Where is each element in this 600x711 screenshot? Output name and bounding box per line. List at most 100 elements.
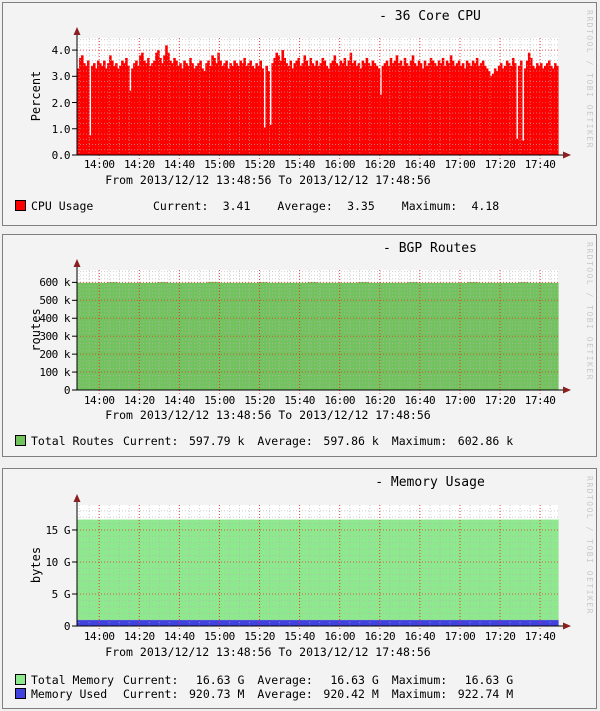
x-tick-label: 14:00: [83, 630, 115, 643]
stat-name: Average:: [277, 198, 333, 213]
x-tick-label: 15:00: [204, 158, 235, 171]
x-tick-label: 16:00: [324, 158, 355, 171]
y-tick-label: 0: [63, 620, 71, 633]
y-tick-label: 15 G: [45, 523, 71, 537]
x-tick-label: 14:20: [123, 394, 155, 407]
stat-name: Current:: [123, 672, 179, 687]
y-tick-label: 3.0: [51, 70, 71, 84]
x-tick-label: 15:00: [204, 630, 235, 643]
stat-value: 920.42 M: [323, 686, 379, 701]
x-tick-label: 17:40: [524, 630, 556, 643]
stat-name: Maximum:: [391, 672, 448, 687]
x-tick-label: 15:20: [244, 158, 275, 171]
stat-name: Current:: [123, 433, 179, 448]
stat-name: Average:: [257, 672, 313, 687]
x-tick-label: 17:20: [484, 158, 516, 171]
stat-value: 597.79 k: [189, 433, 245, 448]
stat-name: Maximum:: [391, 433, 448, 448]
x-tick-label: 16:40: [404, 394, 436, 407]
cpu-usage-plot: [72, 27, 571, 159]
stat-value: 3.41: [222, 198, 251, 213]
x-tick-label: 15:40: [284, 158, 315, 171]
y-tick-label: 600 k: [39, 276, 70, 290]
stat-value: 597.86 k: [323, 433, 379, 448]
x-tick-label: 15:40: [284, 394, 315, 407]
stat-name: Maximum:: [401, 198, 458, 213]
y-tick-label: 100 k: [39, 366, 70, 380]
x-tick-label: 17:40: [524, 394, 556, 407]
stat-value: 4.18: [471, 198, 500, 213]
legend-swatch: [15, 435, 26, 446]
y-tick-label: 500 k: [39, 294, 70, 308]
x-tick-label: 17:00: [444, 158, 476, 171]
stat-name: Maximum:: [391, 686, 448, 701]
stat-value: 16.63 G: [195, 672, 245, 687]
x-tick-label: 16:00: [324, 630, 355, 643]
legend-series-label: Memory Used: [31, 686, 108, 701]
stat-value: 16.63 G: [464, 672, 514, 687]
x-tick-label: 15:00: [204, 394, 235, 407]
x-tick-label: 16:20: [364, 394, 396, 407]
x-tick-label: 17:20: [484, 394, 516, 407]
stat-name: Current:: [123, 686, 179, 701]
y-tick-label: 400 k: [39, 312, 70, 326]
stat-value: 920.73 M: [189, 686, 245, 701]
y-tick-label: 0: [63, 384, 71, 397]
x-tick-label: 14:40: [164, 630, 195, 643]
legend-series-label: CPU Usage: [31, 198, 94, 213]
stat-value: 922.74 M: [457, 686, 514, 701]
y-tick-label: 4.0: [51, 44, 71, 58]
legend-row: Memory Used Current: 920.73 M Average: 920.4…: [15, 686, 586, 701]
legend: Total Routes Current: 597.79 k Average: 597.…: [15, 434, 586, 448]
x-tick-label: 15:40: [284, 630, 315, 643]
bgp-routes-graph-panel: - BGP Routes routes 0 100 k 200 k 300 k 400 …: [2, 234, 597, 457]
bgp-routes-plot: [72, 259, 571, 394]
time-range-caption: From 2013/12/12 13:48:56 To 2013/12/12 1…: [105, 408, 431, 422]
x-tick-label: 16:40: [404, 158, 436, 171]
legend-swatch: [15, 688, 26, 699]
x-tick-label: 16:00: [324, 394, 355, 407]
stat-name: Average:: [257, 686, 313, 701]
legend: CPU Usage Current: 3.41 Average: 3.35 Maximum…: [15, 199, 586, 213]
x-tick-label: 17:40: [524, 158, 556, 171]
x-tick-label: 17:20: [484, 630, 516, 643]
x-tick-label: 14:20: [123, 630, 155, 643]
x-tick-label: 16:20: [364, 630, 396, 643]
x-tick-label: 14:40: [164, 394, 195, 407]
stat-name: Average:: [257, 433, 313, 448]
cpu-usage-graph-panel: - 36 Core CPU Percent 0.0 1.0 2.0 3.0 4.0 14:…: [2, 2, 597, 226]
time-range-caption: From 2013/12/12 13:48:56 To 2013/12/12 1…: [105, 173, 431, 187]
y-tick-label: 2.0: [51, 96, 71, 110]
legend: Total Memory Current: 16.63 G Average: 16.63…: [15, 673, 586, 701]
legend-row: Total Routes Current: 597.79 k Average: 597.…: [15, 433, 586, 448]
x-tick-label: 15:20: [244, 394, 275, 407]
time-range-caption: From 2013/12/12 13:48:56 To 2013/12/12 1…: [105, 645, 431, 659]
y-tick-label: 300 k: [39, 330, 70, 344]
x-tick-label: 16:40: [404, 630, 436, 643]
y-tick-label: 10 G: [45, 555, 71, 569]
x-tick-label: 17:00: [444, 630, 476, 643]
stat-name: Current:: [153, 198, 209, 213]
y-tick-label: 0.0: [51, 149, 71, 162]
rrdtool-watermark: RRDTOOL / TOBI OETIKER: [585, 242, 594, 381]
stat-value: 602.86 k: [457, 433, 514, 448]
legend-swatch: [15, 674, 26, 685]
x-tick-label: 15:20: [244, 630, 275, 643]
legend-row: Total Memory Current: 16.63 G Average: 16.63…: [15, 672, 586, 687]
x-tick-label: 14:00: [83, 158, 115, 171]
x-tick-label: 14:40: [164, 158, 195, 171]
y-tick-label: 1.0: [51, 122, 71, 136]
legend-row: CPU Usage Current: 3.41 Average: 3.35 Maximum…: [15, 198, 586, 213]
stat-value: 3.35: [347, 198, 375, 213]
x-tick-label: 16:20: [364, 158, 396, 171]
memory-usage-graph-panel: - Memory Usage bytes 05 G 10 G 15 G 14:00 14…: [2, 468, 597, 709]
x-tick-label: 17:00: [444, 394, 476, 407]
x-tick-label: 14:20: [123, 158, 155, 171]
stat-value: 16.63 G: [330, 672, 379, 687]
rrdtool-watermark: RRDTOOL / TOBI OETIKER: [585, 476, 594, 615]
legend-swatch: [15, 200, 26, 211]
y-tick-label: 200 k: [39, 348, 70, 362]
legend-series-label: Total Routes: [31, 433, 115, 448]
x-tick-label: 14:00: [83, 394, 115, 407]
rrdtool-watermark: RRDTOOL / TOBI OETIKER: [585, 10, 594, 149]
